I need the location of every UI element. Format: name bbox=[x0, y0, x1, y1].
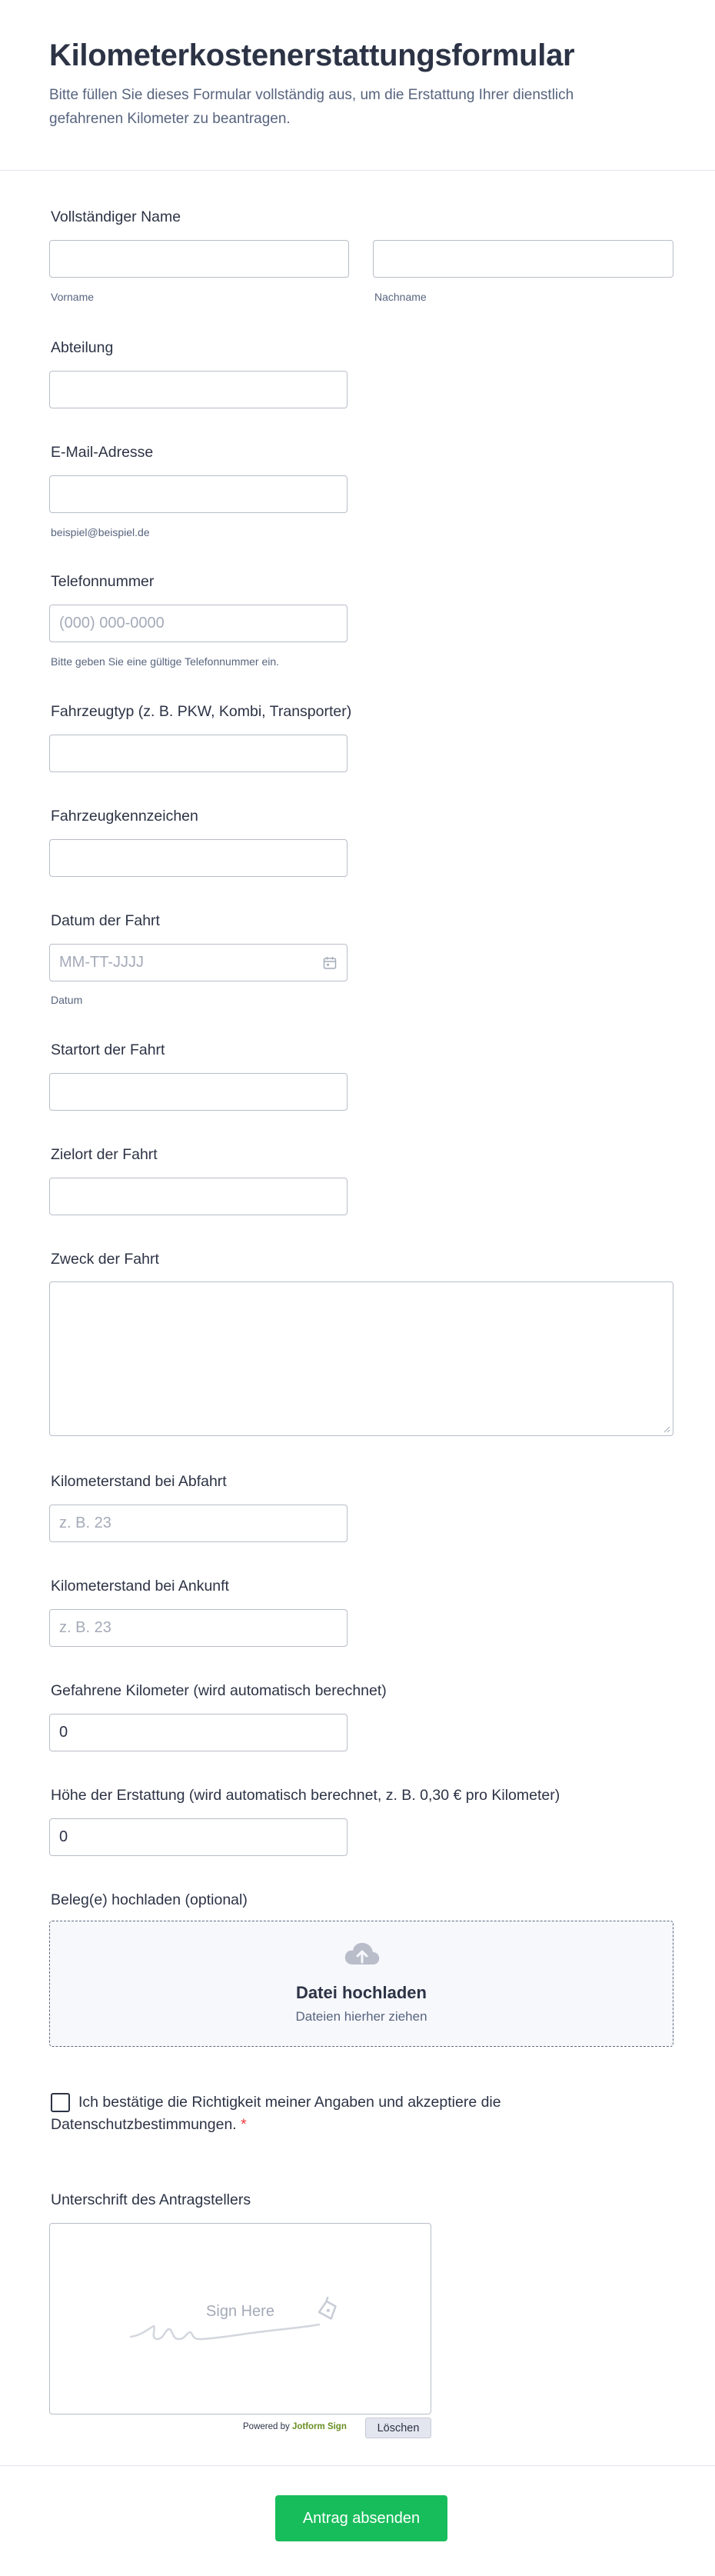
consent-label: Ich bestätige die Richtigkeit meiner Ang… bbox=[51, 2091, 574, 2136]
purpose-label: Zweck der Fahrt bbox=[51, 1251, 159, 1268]
powered-by: Powered by Jotform Sign bbox=[243, 2422, 347, 2431]
purpose-textarea[interactable] bbox=[49, 1281, 673, 1436]
cloud-upload-icon bbox=[344, 1942, 380, 1964]
distance-label: Gefahrene Kilometer (wird automatisch be… bbox=[51, 1682, 387, 1699]
start-location-input[interactable] bbox=[49, 1073, 348, 1111]
upload-title: Datei hochladen bbox=[296, 1983, 427, 2002]
first-name-input[interactable] bbox=[49, 240, 349, 278]
resize-handle-icon[interactable] bbox=[663, 1425, 670, 1433]
upload-label: Beleg(e) hochladen (optional) bbox=[51, 1891, 248, 1908]
reimbursement-value: 0 bbox=[59, 1828, 68, 1845]
signature-placeholder: Sign Here bbox=[206, 2303, 274, 2320]
destination-input[interactable] bbox=[49, 1178, 348, 1215]
calendar-icon[interactable] bbox=[322, 955, 338, 971]
submit-button[interactable]: Antrag absenden bbox=[275, 2495, 447, 2541]
file-upload-dropzone[interactable]: Datei hochladen Dateien hierher ziehen bbox=[49, 1921, 673, 2047]
trip-date-input[interactable]: MM-TT-JJJJ bbox=[49, 944, 348, 981]
trip-date-placeholder: MM-TT-JJJJ bbox=[59, 954, 144, 971]
odometer-end-label: Kilometerstand bei Ankunft bbox=[51, 1578, 229, 1595]
destination-label: Zielort der Fahrt bbox=[51, 1146, 158, 1163]
phone-label: Telefonnummer bbox=[51, 573, 155, 590]
license-plate-input[interactable] bbox=[49, 839, 348, 877]
upload-subtitle: Dateien hierher ziehen bbox=[295, 2009, 427, 2024]
form-header: Kilometerkostenerstattungsformular Bitte… bbox=[0, 0, 715, 171]
trip-date-label: Datum der Fahrt bbox=[51, 912, 160, 929]
phone-placeholder: (000) 000-0000 bbox=[59, 615, 165, 632]
phone-input[interactable]: (000) 000-0000 bbox=[49, 605, 348, 642]
signature-label: Unterschrift des Antragstellers bbox=[51, 2191, 251, 2208]
page-description: Bitte füllen Sie dieses Formular vollstä… bbox=[49, 87, 574, 127]
distance-input[interactable]: 0 bbox=[49, 1714, 348, 1751]
last-name-sublabel: Nachname bbox=[374, 291, 427, 303]
odometer-start-label: Kilometerstand bei Abfahrt bbox=[51, 1473, 227, 1490]
odometer-start-placeholder: z. B. 23 bbox=[59, 1515, 111, 1531]
email-label: E-Mail-Adresse bbox=[51, 444, 154, 461]
odometer-end-input[interactable]: z. B. 23 bbox=[49, 1609, 348, 1647]
email-sublabel: beispiel@beispiel.de bbox=[51, 526, 150, 538]
start-location-label: Startort der Fahrt bbox=[51, 1041, 165, 1058]
first-name-sublabel: Vorname bbox=[51, 291, 95, 303]
powered-by-prefix: Powered by bbox=[243, 2422, 290, 2431]
powered-by-brand: Jotform Sign bbox=[291, 2422, 347, 2431]
clear-signature-button[interactable]: Löschen bbox=[365, 2418, 431, 2438]
signature-pad[interactable]: Sign Here bbox=[49, 2223, 431, 2414]
reimbursement-input[interactable]: 0 bbox=[49, 1818, 348, 1856]
trip-date-sublabel: Datum bbox=[51, 994, 83, 1006]
email-input[interactable] bbox=[49, 475, 348, 513]
phone-sublabel: Bitte geben Sie eine gültige Telefonnumm… bbox=[51, 655, 280, 668]
consent-text: Ich bestätige die Richtigkeit meiner Ang… bbox=[51, 2094, 501, 2133]
vehicle-type-label: Fahrzeugtyp (z. B. PKW, Kombi, Transport… bbox=[51, 703, 352, 720]
page-title: Kilometerkostenerstattungsformular bbox=[49, 38, 575, 72]
odometer-end-placeholder: z. B. 23 bbox=[59, 1619, 111, 1636]
odometer-start-input[interactable]: z. B. 23 bbox=[49, 1505, 348, 1542]
footer-divider bbox=[0, 2465, 715, 2466]
vehicle-type-input[interactable] bbox=[49, 735, 348, 772]
required-mark: * bbox=[241, 2116, 247, 2133]
last-name-input[interactable] bbox=[373, 240, 673, 278]
distance-value: 0 bbox=[59, 1724, 68, 1741]
department-input[interactable] bbox=[49, 371, 348, 408]
name-label: Vollständiger Name bbox=[51, 208, 181, 225]
department-label: Abteilung bbox=[51, 339, 114, 356]
reimbursement-label: Höhe der Erstattung (wird automatisch be… bbox=[51, 1787, 560, 1804]
license-plate-label: Fahrzeugkennzeichen bbox=[51, 808, 198, 825]
